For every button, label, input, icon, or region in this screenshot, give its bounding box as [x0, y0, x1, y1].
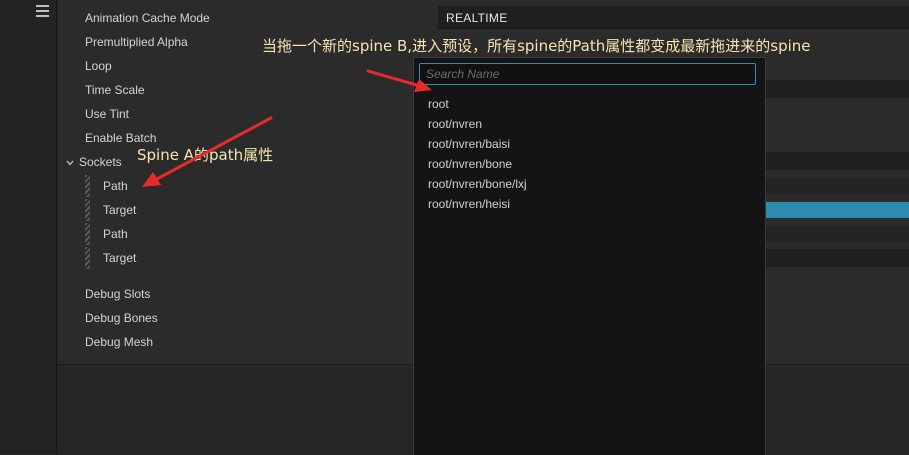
- annotation-arrows: [142, 69, 432, 187]
- arrow-to-search-icon: [366, 69, 432, 92]
- arrow-to-path-icon: [142, 116, 273, 187]
